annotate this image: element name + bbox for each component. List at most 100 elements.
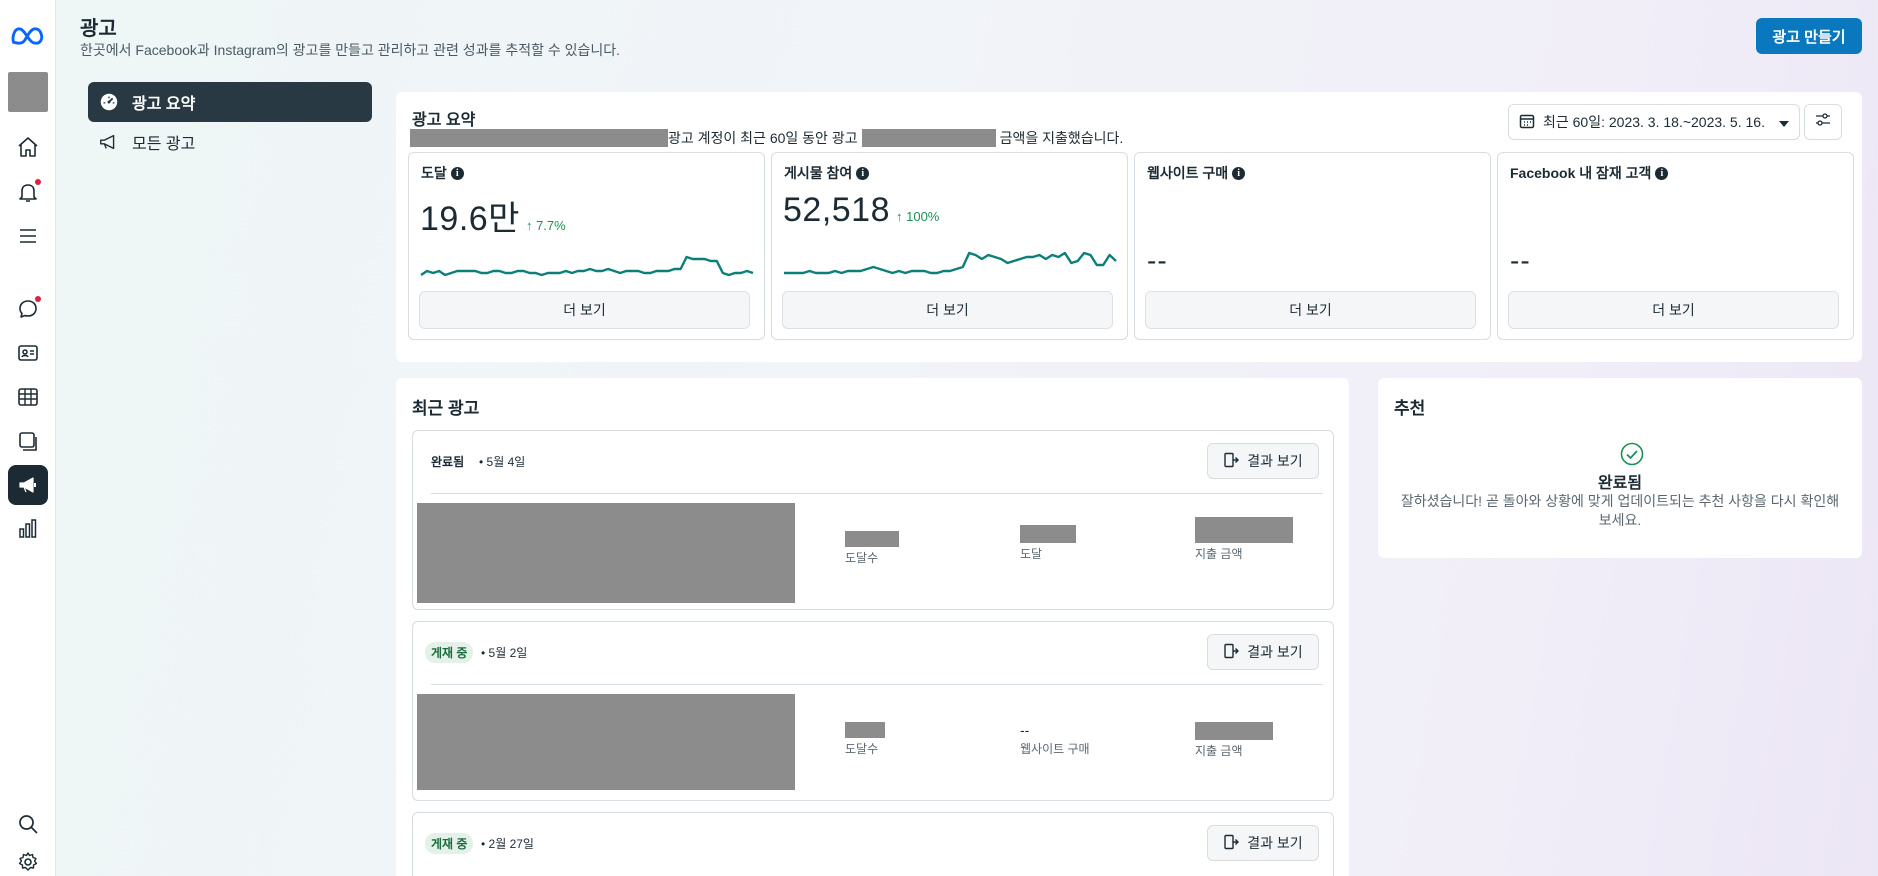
divider xyxy=(431,684,1323,685)
nav-item-ad-summary[interactable]: 광고 요약 xyxy=(88,82,372,122)
summary-text-2: 금액을 지출했습니다. xyxy=(999,130,1124,146)
ad-summary-card: 광고 요약 광고 계정이 최근 60일 동안 광고 금액을 지출했습니다. 최근… xyxy=(396,92,1862,362)
more-button[interactable]: 더 보기 xyxy=(1508,291,1839,329)
redacted-value xyxy=(1195,722,1273,740)
metric-label: Facebook 내 잠재 고객 i xyxy=(1510,163,1669,183)
view-results-label: 결과 보기 xyxy=(1247,835,1303,851)
recommendations-message: 잘하셨습니다! 곧 돌아와 상황에 맞게 업데이트되는 추천 사항을 다시 확인… xyxy=(1400,493,1840,528)
divider xyxy=(431,493,1323,494)
info-icon[interactable]: i xyxy=(856,166,870,180)
status-badge: 게재 중 xyxy=(425,833,474,854)
ad-stat: 지출 금액 xyxy=(1195,722,1273,759)
notification-badge xyxy=(35,179,41,185)
home-icon[interactable] xyxy=(14,133,42,161)
status-badge: 완료됨 xyxy=(425,451,471,472)
date-range-dropdown[interactable]: 최근 60일: 2023. 3. 18.~2023. 5. 16. xyxy=(1508,104,1800,140)
metric-value: -- xyxy=(1147,245,1168,276)
metric-change: ↑ 100% xyxy=(896,209,940,224)
nav-item-label: 광고 요약 xyxy=(132,96,196,113)
messages-badge xyxy=(35,296,41,302)
summary-title: 광고 요약 xyxy=(412,112,476,129)
chevron-down-icon xyxy=(1779,114,1789,130)
megaphone-icon xyxy=(98,131,120,153)
messages-icon[interactable] xyxy=(14,295,42,323)
ads-icon[interactable] xyxy=(8,465,48,505)
nav-item-all-ads[interactable]: 모든 광고 xyxy=(88,122,372,162)
page-subtitle: 한곳에서 Facebook과 Instagram의 광고를 만들고 관리하고 관… xyxy=(80,42,621,58)
metric-value: 19.6만 ↑ 7.7% xyxy=(420,200,566,238)
meta-logo-icon[interactable] xyxy=(10,22,46,50)
insights-icon[interactable] xyxy=(14,515,42,543)
ad-list-item: 게재 중 • 2월 27일 결과 보기 xyxy=(412,812,1334,876)
redacted-value xyxy=(1020,525,1076,543)
view-results-label: 결과 보기 xyxy=(1247,644,1303,660)
create-ad-button[interactable]: 광고 만들기 xyxy=(1756,18,1862,54)
sliders-icon xyxy=(1815,112,1831,133)
ad-date: • 5월 2일 xyxy=(481,646,528,660)
view-results-button[interactable]: 결과 보기 xyxy=(1207,825,1319,861)
recommendations-status: 완료됨 xyxy=(1597,475,1643,492)
view-results-button[interactable]: 결과 보기 xyxy=(1207,634,1319,670)
calendar-icon xyxy=(1519,113,1535,132)
engagement-trend-chart xyxy=(784,251,1117,275)
ad-list-item: 완료됨 • 5월 4일 결과 보기 도달수 도달 지출 금액 xyxy=(412,430,1334,610)
date-range-label: 최근 60일: 2023. 3. 18.~2023. 5. 16. xyxy=(1543,114,1765,130)
menu-icon[interactable] xyxy=(14,222,42,250)
trend-line xyxy=(784,251,1117,275)
settings-icon[interactable] xyxy=(14,848,42,876)
redacted-value xyxy=(845,722,885,738)
ad-thumbnail[interactable] xyxy=(417,503,795,603)
more-button[interactable]: 더 보기 xyxy=(419,291,750,329)
redacted-value xyxy=(845,531,899,547)
nav-item-label: 모든 광고 xyxy=(132,136,196,153)
metric-label: 게시물 참여 i xyxy=(784,163,870,183)
view-results-label: 결과 보기 xyxy=(1247,453,1303,469)
metric-card-reach: 도달 i 19.6만 ↑ 7.7% 더 보기 xyxy=(408,152,765,340)
metric-card-facebook-leads: Facebook 내 잠재 고객 i -- 더 보기 xyxy=(1497,152,1854,340)
view-results-button[interactable]: 결과 보기 xyxy=(1207,443,1319,479)
ad-stat: 도달 xyxy=(1020,525,1076,562)
ad-date: • 2월 27일 xyxy=(481,837,534,851)
results-icon xyxy=(1223,452,1240,471)
metric-change: ↑ 7.7% xyxy=(525,218,566,233)
info-icon[interactable]: i xyxy=(1232,166,1246,180)
stat-value: -- xyxy=(1020,722,1030,738)
ad-list-item: 게재 중 • 5월 2일 결과 보기 도달수 -- 웹사이트 구매 지출 금액 xyxy=(412,621,1334,801)
redacted-value xyxy=(1195,517,1293,543)
ad-stat: -- 웹사이트 구매 xyxy=(1020,722,1090,756)
recent-ads-title: 최근 광고 xyxy=(412,399,480,418)
filter-settings-button[interactable] xyxy=(1804,104,1842,140)
table-icon[interactable] xyxy=(14,383,42,411)
info-icon[interactable]: i xyxy=(450,166,464,180)
ad-stat: 지출 금액 xyxy=(1195,517,1293,562)
results-icon xyxy=(1223,643,1240,662)
ad-date: • 5월 4일 xyxy=(479,455,526,469)
more-button[interactable]: 더 보기 xyxy=(782,291,1113,329)
ad-thumbnail[interactable] xyxy=(417,694,795,790)
trend-line xyxy=(420,255,754,277)
account-avatar[interactable] xyxy=(8,72,48,112)
reach-trend-chart xyxy=(420,255,754,277)
more-button[interactable]: 더 보기 xyxy=(1145,291,1476,329)
metric-label: 웹사이트 구매 i xyxy=(1147,163,1246,183)
info-icon[interactable]: i xyxy=(1655,166,1669,180)
metric-card-website-purchases: 웹사이트 구매 i -- 더 보기 xyxy=(1134,152,1491,340)
left-rail xyxy=(0,0,56,876)
recommendations-card: 추천 완료됨 잘하셨습니다! 곧 돌아와 상황에 맞게 업데이트되는 추천 사항… xyxy=(1378,378,1862,558)
pages-icon[interactable] xyxy=(14,427,42,455)
contacts-icon[interactable] xyxy=(14,339,42,367)
redacted-account-name xyxy=(410,129,668,147)
ad-stat: 도달수 xyxy=(845,531,899,566)
notifications-icon[interactable] xyxy=(14,178,42,206)
metric-value: 52,518 ↑ 100% xyxy=(783,191,940,229)
summary-line: 광고 계정이 최근 60일 동안 광고 금액을 지출했습니다. xyxy=(410,128,1123,148)
redacted-amount xyxy=(861,129,996,147)
search-icon[interactable] xyxy=(14,810,42,838)
recent-ads-card: 최근 광고 완료됨 • 5월 4일 결과 보기 도달수 도달 지출 금액 게재 … xyxy=(396,378,1349,876)
recommendations-title: 추천 xyxy=(1394,399,1426,418)
ad-stat: 도달수 xyxy=(845,722,885,757)
metric-label: 도달 i xyxy=(421,163,464,183)
metric-value: -- xyxy=(1510,245,1531,276)
page-title: 광고 xyxy=(80,18,117,40)
status-badge: 게재 중 xyxy=(425,642,474,663)
